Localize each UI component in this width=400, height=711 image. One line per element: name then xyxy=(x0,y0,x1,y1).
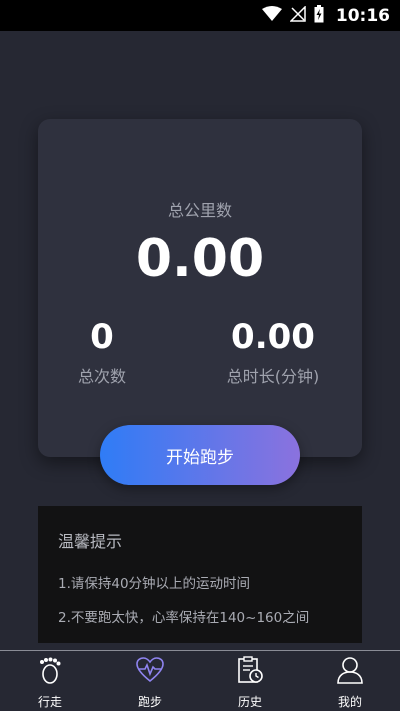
footprint-icon xyxy=(35,655,65,689)
summary-card: 总公里数 0.00 0 总次数 0.00 总时长(分钟) xyxy=(38,119,362,457)
tips-panel: 温馨提示 1.请保持40分钟以上的运动时间 2.不要跑太快，心率保持在140~1… xyxy=(38,506,362,643)
nav-item-history[interactable]: 历史 xyxy=(200,651,300,711)
nav-label-profile: 我的 xyxy=(337,695,362,709)
nav-item-walk[interactable]: 行走 xyxy=(0,651,100,711)
bottom-nav: 行走 跑步 历史 我的 xyxy=(0,650,400,711)
total-km-value: 0.00 xyxy=(135,229,265,289)
status-bar: 10:16 xyxy=(0,0,400,31)
run-screen: 总公里数 0.00 0 总次数 0.00 总时长(分钟) 开始跑步 温馨提示 1… xyxy=(0,31,400,650)
history-icon xyxy=(235,655,265,689)
total-count-value: 0 xyxy=(90,317,114,357)
total-count-label: 总次数 xyxy=(77,367,126,386)
nav-item-run[interactable]: 跑步 xyxy=(100,651,200,711)
total-duration-stat: 0.00 总时长(分钟) xyxy=(203,317,343,387)
clock: 10:16 xyxy=(335,5,390,26)
total-duration-value: 0.00 xyxy=(231,317,315,357)
tips-title: 温馨提示 xyxy=(58,532,123,551)
nav-label-history: 历史 xyxy=(237,695,262,709)
battery-charging-icon xyxy=(314,4,324,27)
tip-line-2: 2.不要跑太快，心率保持在140~160之间 xyxy=(58,610,310,626)
nav-label-walk: 行走 xyxy=(37,695,62,709)
nav-item-profile[interactable]: 我的 xyxy=(300,651,400,711)
total-duration-label: 总时长(分钟) xyxy=(226,367,320,386)
wifi-icon xyxy=(261,5,282,26)
heartbeat-icon xyxy=(135,655,165,689)
profile-icon xyxy=(335,655,365,689)
tip-line-1: 1.请保持40分钟以上的运动时间 xyxy=(58,576,251,592)
total-km-label: 总公里数 xyxy=(167,201,232,220)
start-run-button[interactable]: 开始跑步 xyxy=(100,425,300,485)
no-signal-icon xyxy=(289,4,306,26)
total-count-stat: 0 总次数 xyxy=(32,317,172,387)
nav-label-run: 跑步 xyxy=(137,695,162,709)
